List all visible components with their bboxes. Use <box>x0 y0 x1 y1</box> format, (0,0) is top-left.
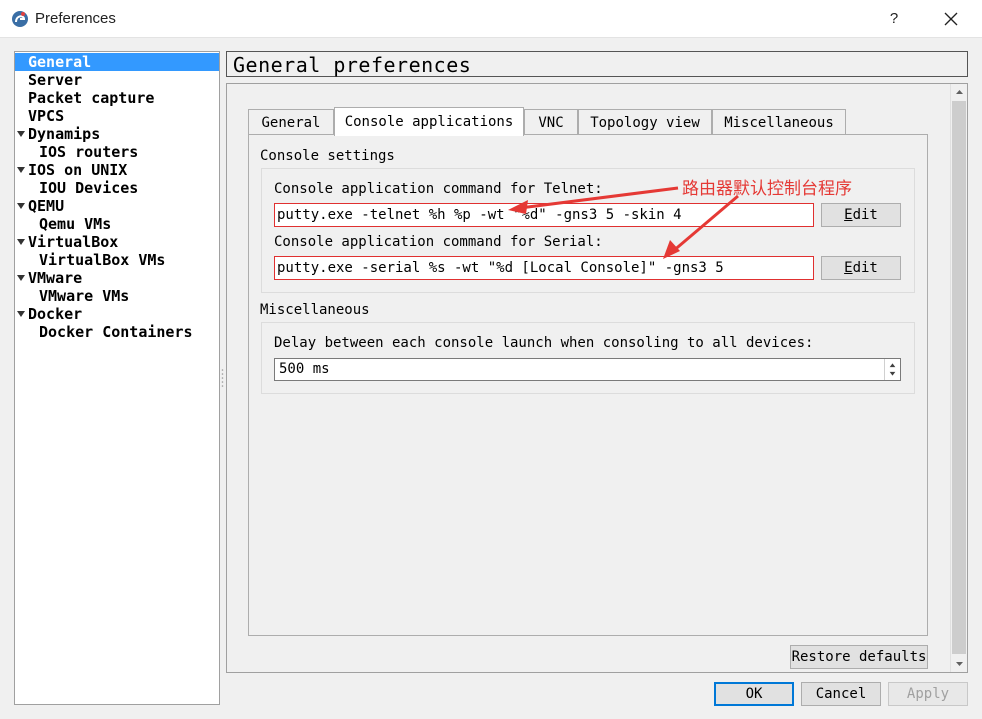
gns3-icon <box>12 11 28 27</box>
serial-edit-button[interactable]: Edit <box>821 256 901 280</box>
console-settings-label: Console settings <box>260 148 395 164</box>
scroll-up-icon[interactable] <box>951 84 968 100</box>
expand-arrow-icon[interactable] <box>16 273 26 283</box>
tree-item-packet-capture[interactable]: Packet capture <box>28 89 154 107</box>
tab-vnc[interactable]: VNC <box>524 109 578 135</box>
help-button[interactable]: ? <box>884 8 904 30</box>
telnet-command-label: Console application command for Telnet: <box>274 181 603 197</box>
apply-button[interactable]: Apply <box>888 682 968 706</box>
tree-item-general[interactable]: General <box>15 53 219 71</box>
delay-label: Delay between each console launch when c… <box>274 335 814 351</box>
tree-item-vmware-vms[interactable]: VMware VMs <box>39 287 129 305</box>
tree-item-iou-devices[interactable]: IOU Devices <box>39 179 138 197</box>
telnet-command-input[interactable]: putty.exe -telnet %h %p -wt "%d" -gns3 5… <box>274 203 814 227</box>
restore-defaults-button[interactable]: Restore defaults <box>790 645 928 669</box>
tree-item-ios-routers[interactable]: IOS routers <box>39 143 138 161</box>
spin-arrows-icon[interactable] <box>884 359 900 380</box>
tree-item-vpcs[interactable]: VPCS <box>28 107 64 125</box>
tree-item-virtualbox[interactable]: VirtualBox <box>28 233 118 251</box>
expand-arrow-icon[interactable] <box>16 309 26 319</box>
scrollbar-thumb[interactable] <box>952 101 966 654</box>
scroll-down-icon[interactable] <box>951 656 968 672</box>
annotation-text: 路由器默认控制台程序 <box>682 179 852 199</box>
tab-console-applications[interactable]: Console applications <box>334 107 524 136</box>
tree-item-qemu[interactable]: QEMU <box>28 197 64 215</box>
window-title: Preferences <box>35 10 116 27</box>
serial-command-label: Console application command for Serial: <box>274 234 603 250</box>
delay-spinbox[interactable]: 500 ms <box>274 358 901 381</box>
close-icon[interactable] <box>936 7 966 31</box>
page-header: General preferences <box>226 51 968 77</box>
tab-general[interactable]: General <box>248 109 334 135</box>
tab-miscellaneous[interactable]: Miscellaneous <box>712 109 846 135</box>
expand-arrow-icon[interactable] <box>16 165 26 175</box>
preferences-tree[interactable]: General Server Packet capture VPCS Dynamips I… <box>14 51 220 705</box>
tree-item-vmware[interactable]: VMware <box>28 269 82 287</box>
tab-topology-view[interactable]: Topology view <box>578 109 712 135</box>
tree-item-server[interactable]: Server <box>28 71 82 89</box>
cancel-button[interactable]: Cancel <box>801 682 881 706</box>
tree-item-ios-on-unix[interactable]: IOS on UNIX <box>28 161 127 179</box>
expand-arrow-icon[interactable] <box>16 237 26 247</box>
vertical-scrollbar[interactable] <box>950 84 967 672</box>
tree-item-dynamips[interactable]: Dynamips <box>28 125 100 143</box>
title-bar: Preferences ? <box>0 0 982 38</box>
miscellaneous-label: Miscellaneous <box>260 302 370 318</box>
tree-item-docker-containers[interactable]: Docker Containers <box>39 323 193 341</box>
serial-command-input[interactable]: putty.exe -serial %s -wt "%d [Local Cons… <box>274 256 814 280</box>
telnet-edit-button[interactable]: Edit <box>821 203 901 227</box>
tree-item-qemu-vms[interactable]: Qemu VMs <box>39 215 111 233</box>
ok-button[interactable]: OK <box>714 682 794 706</box>
page-title: General preferences <box>233 53 472 77</box>
expand-arrow-icon[interactable] <box>16 201 26 211</box>
expand-arrow-icon[interactable] <box>16 129 26 139</box>
delay-value: 500 ms <box>279 361 330 377</box>
tree-item-docker[interactable]: Docker <box>28 305 82 323</box>
tree-item-virtualbox-vms[interactable]: VirtualBox VMs <box>39 251 165 269</box>
splitter-handle[interactable] <box>221 368 224 388</box>
